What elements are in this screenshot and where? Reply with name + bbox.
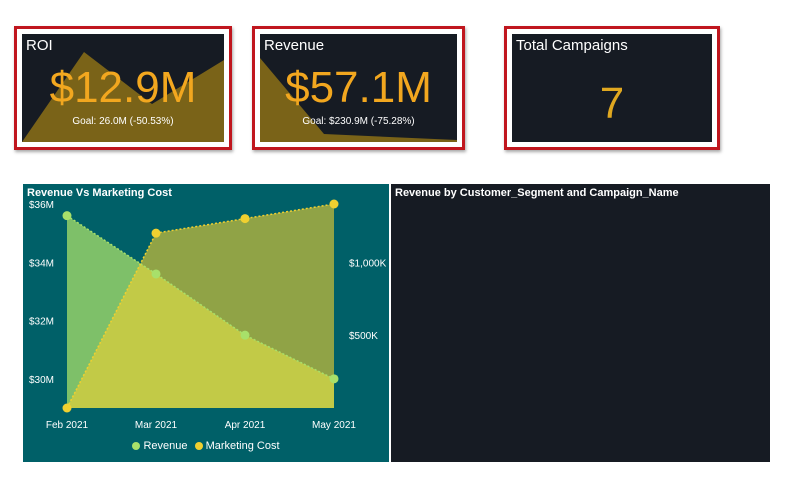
revenue-alert-flag: ! — [426, 84, 429, 95]
roi-alert-flag: ! — [190, 84, 193, 95]
legend-dot-revenue — [132, 442, 141, 450]
y-right-tick-1: $500K — [349, 331, 378, 342]
revenue-point-3 — [329, 374, 339, 384]
roi-value: $12.9M — [49, 63, 197, 112]
revenue-point-2 — [240, 330, 250, 340]
y-right-tick-0: $1,000K — [349, 258, 387, 269]
roi-card[interactable]: ROI $12.9M ! Goal: 26.0M (-50.53%) — [14, 26, 232, 150]
y-left-tick-1: $34M — [29, 258, 54, 269]
revenue-card-body: Revenue $57.1M ! Goal: $230.9M (-75.28%) — [260, 34, 457, 142]
total-campaigns-title: Total Campaigns — [516, 37, 628, 54]
legend-label-marketing-cost: Marketing Cost — [205, 440, 280, 452]
legend-item-revenue[interactable]: Revenue — [132, 440, 188, 452]
total-campaigns-card-body: Total Campaigns 7 — [512, 34, 712, 142]
roi-card-body: ROI $12.9M ! Goal: 26.0M (-50.53%) — [22, 34, 224, 142]
chart-legend: Revenue Marketing Cost — [23, 440, 389, 452]
roi-title: ROI — [26, 37, 53, 54]
y-left-tick-0: $36M — [29, 200, 54, 211]
x-tick-3: May 2021 — [312, 420, 356, 431]
chart-plot: $36M $34M $32M $30M $1,000K $500K Feb 2021 Mar … — [29, 199, 387, 431]
marketing-cost-point-1 — [151, 228, 161, 238]
revenue-point-1 — [151, 269, 161, 279]
marketing-cost-point-2 — [240, 214, 250, 224]
legend-item-marketing-cost[interactable]: Marketing Cost — [194, 440, 280, 452]
revenue-by-segment-panel[interactable]: Revenue by Customer_Segment and Campaign… — [391, 184, 770, 462]
x-tick-0: Feb 2021 — [46, 420, 89, 431]
marketing-cost-point-3 — [329, 199, 339, 209]
revenue-goal: Goal: $230.9M (-75.28%) — [302, 116, 415, 127]
roi-goal: Goal: 26.0M (-50.53%) — [72, 116, 174, 127]
total-campaigns-card[interactable]: Total Campaigns 7 — [504, 26, 720, 150]
y-left-tick-2: $32M — [29, 317, 54, 328]
legend-label-revenue: Revenue — [143, 440, 188, 452]
revenue-card[interactable]: Revenue $57.1M ! Goal: $230.9M (-75.28%) — [252, 26, 465, 150]
segment-panel-title: Revenue by Customer_Segment and Campaign… — [395, 187, 679, 199]
revenue-point-0 — [62, 211, 72, 221]
marketing-cost-point-0 — [62, 403, 72, 413]
x-tick-2: Apr 2021 — [225, 420, 266, 431]
legend-dot-marketing-cost — [194, 442, 203, 450]
total-campaigns-value: 7 — [599, 79, 625, 128]
y-left-tick-3: $30M — [29, 375, 54, 386]
revenue-title: Revenue — [264, 37, 325, 54]
chart-title: Revenue Vs Marketing Cost — [27, 187, 172, 199]
revenue-vs-marketing-chart[interactable]: $36M $34M $32M $30M $1,000K $500K Feb 2021 Mar … — [23, 184, 389, 462]
x-tick-1: Mar 2021 — [135, 420, 178, 431]
